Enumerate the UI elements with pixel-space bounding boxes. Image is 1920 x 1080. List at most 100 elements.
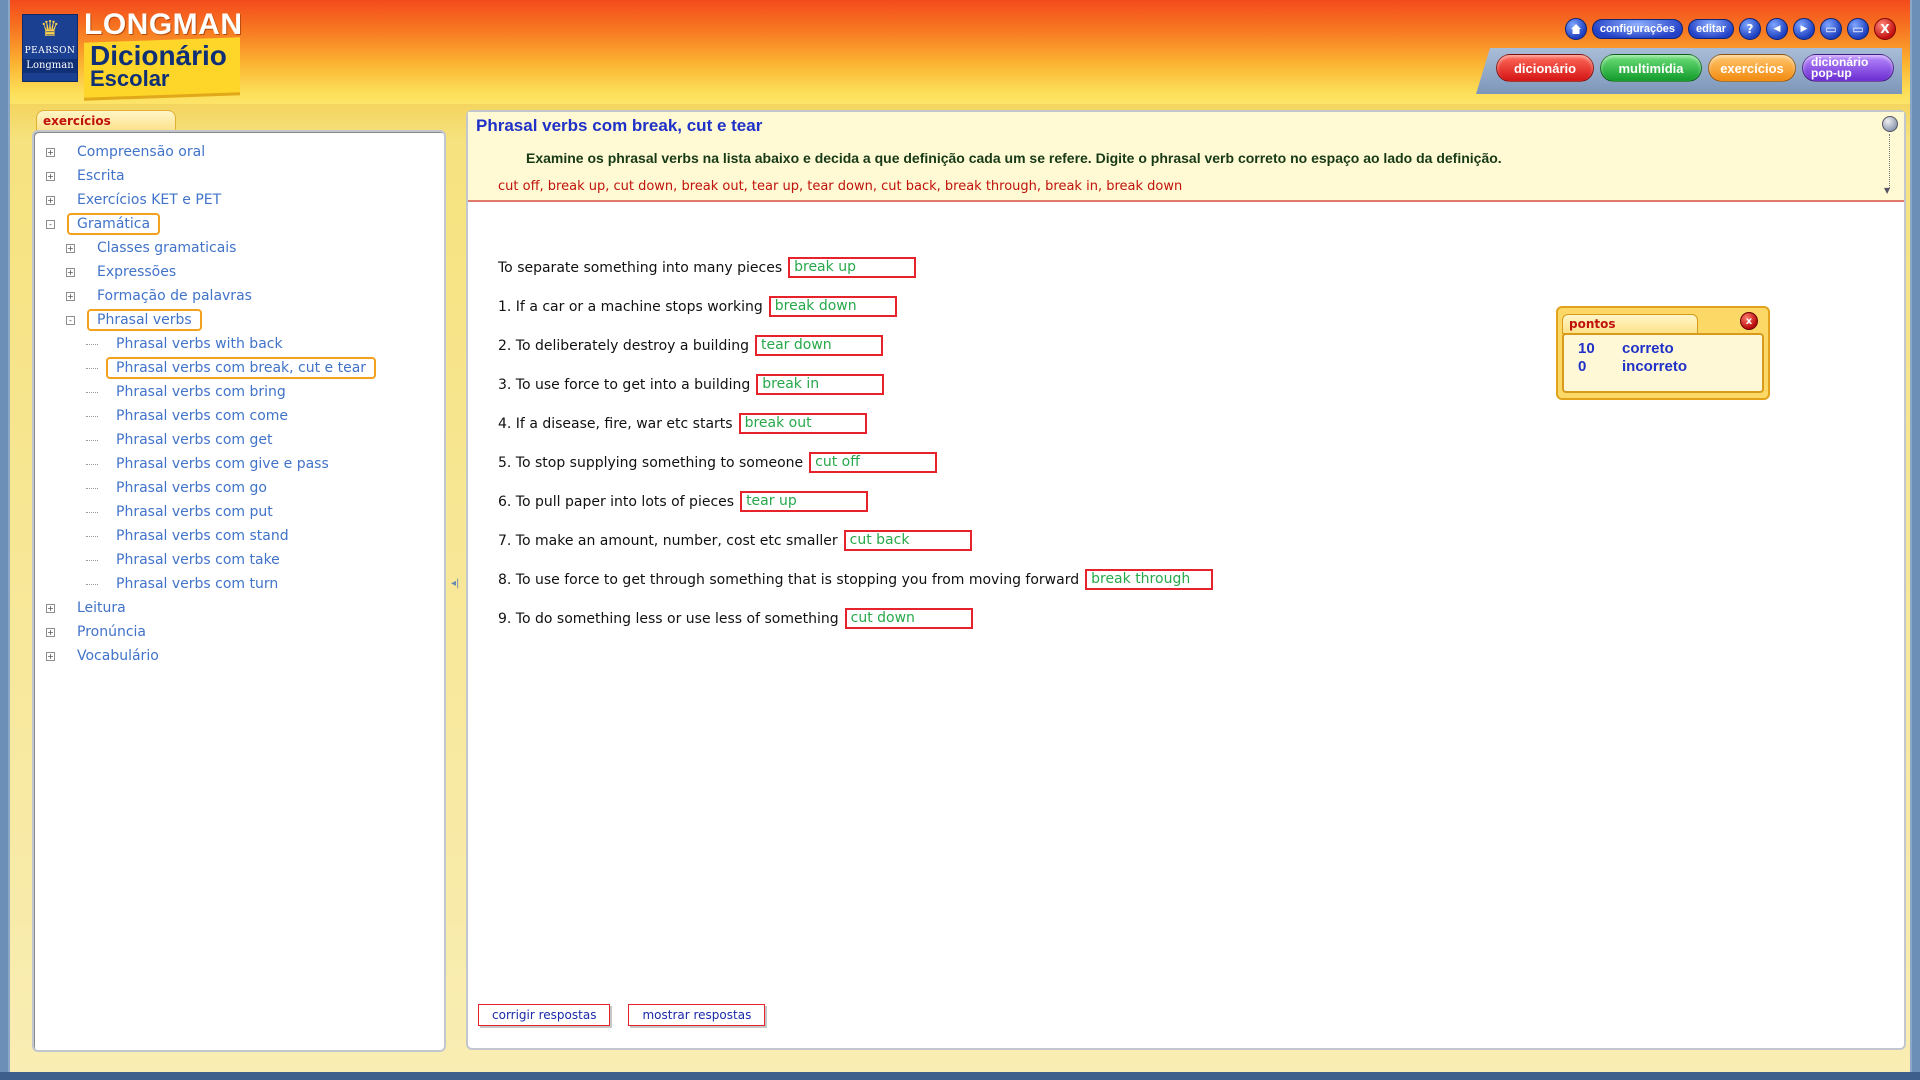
sidebar-item[interactable]: + Escrita xyxy=(34,164,444,188)
sidebar-item[interactable]: - Gramática xyxy=(34,212,444,236)
sidebar-item[interactable]: Phrasal verbs com give e pass xyxy=(34,452,444,476)
popup-dictionary-nav-button[interactable]: dicionário pop-up xyxy=(1802,54,1894,82)
expand-icon[interactable]: + xyxy=(46,171,55,181)
scroll-track xyxy=(1889,134,1890,188)
utility-toolbar: configurações editar ? ◀ ▶ ▭ ▭ X xyxy=(1564,18,1896,40)
sidebar-item[interactable]: Phrasal verbs com get xyxy=(34,428,444,452)
sidebar-item-label: Escrita xyxy=(77,168,125,184)
sidebar-item[interactable]: + Exercícios KET e PET xyxy=(34,188,444,212)
score-panel: pontos x 10 correto 0 incorreto xyxy=(1556,306,1770,400)
question-text: 8. To use force to get through something… xyxy=(498,571,1080,588)
sidebar-item-label: Phrasal verbs com take xyxy=(116,552,280,568)
score-correct-line: 10 correto xyxy=(1578,340,1748,358)
sidebar-item[interactable]: Phrasal verbs com break, cut e tear xyxy=(34,356,444,380)
answer-input[interactable]: tear up xyxy=(740,491,869,512)
tree-connector xyxy=(86,439,98,441)
show-answers-button[interactable]: mostrar respostas xyxy=(628,1004,766,1026)
sidebar-item[interactable]: - Phrasal verbs xyxy=(34,308,444,332)
expand-icon[interactable]: + xyxy=(66,291,75,301)
exercises-nav-button[interactable]: exercícios xyxy=(1708,54,1796,82)
exercise-instructions: Examine os phrasal verbs na lista abaixo… xyxy=(526,150,1502,166)
expand-icon[interactable]: + xyxy=(46,147,55,157)
sidebar-item-label: Phrasal verbs com put xyxy=(116,504,273,520)
home-button[interactable] xyxy=(1564,18,1587,40)
tree-connector xyxy=(86,391,98,393)
collapse-icon[interactable]: - xyxy=(66,315,75,325)
expand-icon[interactable]: + xyxy=(46,627,55,637)
incorrect-count: 0 xyxy=(1578,358,1587,375)
sidebar-item[interactable]: Phrasal verbs com turn xyxy=(34,572,444,596)
score-close-button[interactable]: x xyxy=(1740,312,1758,330)
tree-connector xyxy=(86,535,98,537)
sidebar-item-label: Vocabulário xyxy=(77,648,159,664)
answer-input[interactable]: cut off xyxy=(809,452,938,473)
check-answers-button[interactable]: corrigir respostas xyxy=(478,1004,611,1026)
back-arrow-icon: ◀ xyxy=(1773,24,1781,34)
sidebar-item-label: Expressões xyxy=(97,264,177,280)
answer-input[interactable]: break in xyxy=(756,374,885,395)
maximize-window-icon: ▭ xyxy=(1852,22,1864,36)
question-text: 6. To pull paper into lots of pieces xyxy=(498,493,735,510)
sidebar-item-label: Phrasal verbs com give e pass xyxy=(116,456,329,472)
restore-button[interactable]: ▭ xyxy=(1820,18,1842,40)
sidebar: + Compreensão oral + Escrita + Exercícios KET… xyxy=(32,130,446,1052)
sidebar-item-label: Exercícios KET e PET xyxy=(77,192,222,208)
tree-connector xyxy=(86,463,98,465)
edit-button[interactable]: editar xyxy=(1688,19,1734,39)
answer-input[interactable]: break down xyxy=(768,296,897,317)
sidebar-item[interactable]: + Leitura xyxy=(34,596,444,620)
scroll-knob-icon[interactable] xyxy=(1882,116,1898,132)
question-row: 3. To use force to get into a building br… xyxy=(498,365,1213,404)
expand-icon[interactable]: + xyxy=(46,195,55,205)
maximize-button[interactable]: ▭ xyxy=(1847,18,1869,40)
forward-button[interactable]: ▶ xyxy=(1793,18,1815,40)
close-button[interactable]: X xyxy=(1874,18,1896,40)
back-button[interactable]: ◀ xyxy=(1766,18,1788,40)
sidebar-tab: exercícios xyxy=(36,110,176,132)
expand-icon[interactable]: + xyxy=(66,243,75,253)
multimedia-nav-button[interactable]: multimídia xyxy=(1600,54,1702,82)
sidebar-item[interactable]: Phrasal verbs com bring xyxy=(34,380,444,404)
help-button[interactable]: ? xyxy=(1739,18,1761,40)
sidebar-item[interactable]: Phrasal verbs com take xyxy=(34,548,444,572)
header-scrollbar[interactable]: ▼ xyxy=(1882,116,1898,196)
sidebar-item[interactable]: Phrasal verbs com stand xyxy=(34,524,444,548)
sidebar-item[interactable]: + Pronúncia xyxy=(34,620,444,644)
question-text: 4. If a disease, fire, war etc starts xyxy=(498,415,733,432)
expand-icon[interactable]: + xyxy=(66,267,75,277)
collapse-icon[interactable]: - xyxy=(46,219,55,229)
question-text: 7. To make an amount, number, cost etc s… xyxy=(498,532,838,549)
expand-icon[interactable]: + xyxy=(46,603,55,613)
dictionary-nav-button[interactable]: dicionário xyxy=(1496,54,1594,82)
answer-input[interactable]: break through xyxy=(1085,569,1214,590)
sidebar-item[interactable]: Phrasal verbs com come xyxy=(34,404,444,428)
sidebar-item[interactable]: + Compreensão oral xyxy=(34,140,444,164)
sidebar-item[interactable]: + Expressões xyxy=(34,260,444,284)
settings-button[interactable]: configurações xyxy=(1591,19,1684,39)
scroll-down-icon[interactable]: ▼ xyxy=(1884,186,1890,195)
sidebar-item-label: Phrasal verbs xyxy=(87,309,202,331)
collapse-sidebar-icon[interactable]: ◂| xyxy=(451,578,459,589)
house-icon xyxy=(1570,24,1581,34)
sidebar-item[interactable]: + Formação de palavras xyxy=(34,284,444,308)
answer-input[interactable]: break out xyxy=(738,413,867,434)
tree-connector xyxy=(86,487,98,489)
tree-connector xyxy=(86,367,98,369)
answer-input[interactable]: cut back xyxy=(843,530,972,551)
answer-input[interactable]: break up xyxy=(788,257,917,278)
brand-subtitle-2: Escolar xyxy=(90,66,170,91)
sidebar-item-label: Phrasal verbs com stand xyxy=(116,528,289,544)
sidebar-item-label: Phrasal verbs com get xyxy=(116,432,273,448)
sidebar-item[interactable]: Phrasal verbs com go xyxy=(34,476,444,500)
sidebar-item[interactable]: + Classes gramaticais xyxy=(34,236,444,260)
sidebar-item[interactable]: Phrasal verbs with back xyxy=(34,332,444,356)
expand-icon[interactable]: + xyxy=(46,651,55,661)
answer-input[interactable]: cut down xyxy=(844,608,973,629)
answer-input[interactable]: tear down xyxy=(754,335,883,356)
tree-connector xyxy=(86,511,98,513)
sidebar-item-label: Formação de palavras xyxy=(97,288,252,304)
incorrect-label: incorreto xyxy=(1622,358,1688,375)
exercise-panel: Phrasal verbs com break, cut e tear Exam… xyxy=(466,110,1906,1050)
sidebar-item[interactable]: + Vocabulário xyxy=(34,644,444,668)
sidebar-item[interactable]: Phrasal verbs com put xyxy=(34,500,444,524)
